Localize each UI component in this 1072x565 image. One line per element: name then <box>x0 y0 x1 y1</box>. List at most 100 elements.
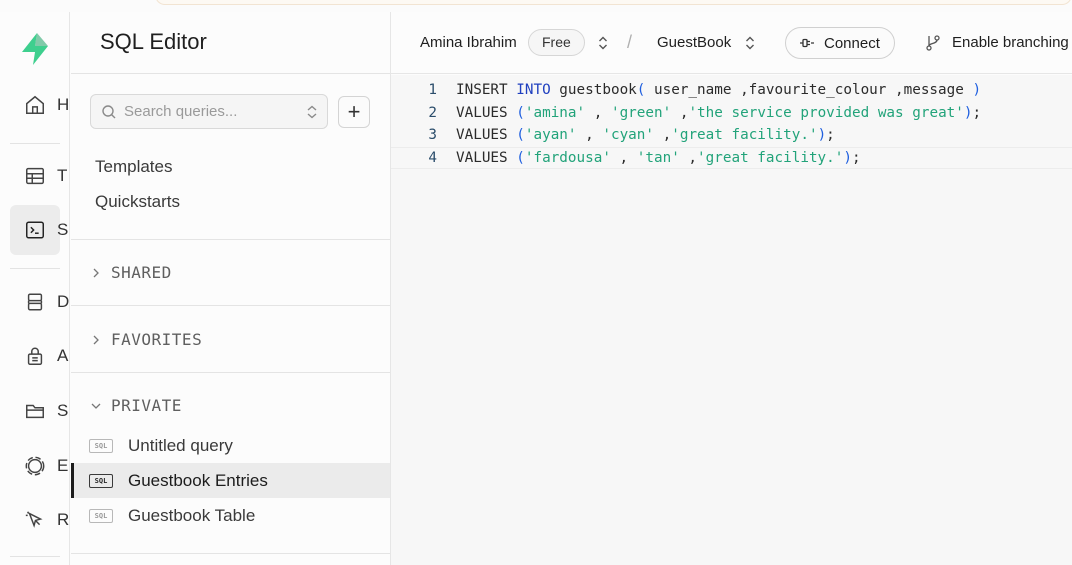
code-token: 'the service provided was great' <box>688 104 964 121</box>
code-token: ; <box>851 149 861 166</box>
line-number: 1 <box>428 82 437 98</box>
lock-icon <box>27 347 43 365</box>
nav-storage-label: S <box>57 401 69 420</box>
code-token: , <box>654 127 672 144</box>
plan-badge: Free <box>528 29 585 56</box>
nav-sql-editor[interactable]: S <box>10 205 68 255</box>
code-token: INSERT <box>456 82 517 98</box>
private-section-toggle[interactable]: PRIVATE <box>90 396 182 415</box>
line-number: 2 <box>428 104 437 121</box>
nav-edge-functions-label: E <box>57 456 69 475</box>
connect-label: Connect <box>824 34 880 52</box>
sql-file-icon: SQL <box>89 438 113 453</box>
chevron-right-icon <box>93 268 99 277</box>
nav-table-editor[interactable]: T <box>10 151 67 201</box>
code-token: 'cyan' <box>602 127 655 144</box>
code-token: ) <box>843 149 852 166</box>
code-text: INSERT INTO guestbook( user_name ,favour… <box>456 82 981 98</box>
page-title: SQL Editor <box>100 29 207 54</box>
database-icon <box>27 293 43 311</box>
query-item-label: Guestbook Entries <box>128 470 268 490</box>
nav-sql-editor-label: S <box>57 220 69 239</box>
code-line[interactable]: 3 VALUES ('ayan' , 'cyan' ,'great facilit… <box>391 124 1072 146</box>
code-text: VALUES ('fardousa' , 'tan' ,'great facil… <box>456 150 861 166</box>
code-line[interactable]: 2 VALUES ('amina' , 'green' ,'the service… <box>391 102 1072 124</box>
code-text: VALUES ('ayan' , 'cyan' ,'great facility… <box>456 127 835 143</box>
nav-auth[interactable]: A <box>10 331 68 381</box>
org-name[interactable]: Amina Ibrahim <box>420 34 517 51</box>
code-token: ( <box>516 149 525 166</box>
nav-database[interactable]: D <box>10 277 69 327</box>
code-token: ( <box>516 127 525 144</box>
query-item-active[interactable]: SQL Guestbook Entries <box>71 463 390 498</box>
enable-branching-button[interactable]: Enable branching <box>925 34 1069 51</box>
code-token: user_name ,favourite_colour ,message <box>645 82 973 98</box>
plug-icon <box>800 38 814 48</box>
sql-file-icon: SQL <box>89 473 113 488</box>
table-icon <box>26 167 44 185</box>
code-token: 'amina' <box>524 104 586 121</box>
nav-home[interactable]: H <box>10 80 69 130</box>
git-branch-icon <box>926 35 940 51</box>
quickstarts-link[interactable]: Quickstarts <box>95 192 180 212</box>
sql-code-editor[interactable]: 1 INSERT INTO guestbook( user_name ,favou… <box>391 75 1072 565</box>
project-switcher-icon[interactable] <box>744 35 756 51</box>
nav-home-label: H <box>57 95 70 114</box>
code-token: , <box>610 149 637 166</box>
favorites-section-toggle[interactable]: FAVORITES <box>90 330 202 349</box>
code-line[interactable]: 4 VALUES ('fardousa' , 'tan' ,'great faci… <box>391 146 1072 169</box>
edge-functions-icon <box>25 456 45 476</box>
code-token: ) <box>963 104 973 121</box>
line-number: 4 <box>428 149 437 166</box>
project-name[interactable]: GuestBook <box>657 34 731 51</box>
code-token: 'fardousa' <box>524 149 611 166</box>
supabase-logo[interactable] <box>19 32 51 66</box>
code-token: guestbook <box>550 82 637 98</box>
code-token: 'ayan' <box>524 127 577 144</box>
query-item-label: Untitled query <box>128 435 233 455</box>
browser-top-strip <box>0 0 1072 12</box>
code-token: VALUES <box>456 127 517 144</box>
nav-edge-functions[interactable]: E <box>10 441 68 491</box>
code-token: , <box>585 104 611 121</box>
templates-link[interactable]: Templates <box>95 157 172 177</box>
code-token: ; <box>972 104 982 121</box>
org-switcher-icon[interactable] <box>597 35 609 51</box>
code-text: VALUES ('amina' , 'green' ,'the service … <box>456 105 981 121</box>
nav-storage[interactable]: S <box>10 386 68 436</box>
code-token: ) <box>972 82 982 98</box>
top-header: Amina Ibrahim Free / GuestBook Connect E… <box>391 12 1072 74</box>
nav-database-label: D <box>57 292 70 311</box>
search-input[interactable] <box>124 103 294 120</box>
chevron-up-down-icon[interactable] <box>305 104 319 120</box>
shared-section-toggle[interactable]: SHARED <box>90 263 172 282</box>
query-item-label: Guestbook Table <box>128 505 256 525</box>
cursor-icon <box>25 511 43 528</box>
code-token: VALUES <box>456 104 517 121</box>
query-item[interactable]: SQL Untitled query <box>71 428 390 463</box>
new-query-button[interactable]: + <box>338 96 370 128</box>
nav-realtime[interactable]: R <box>10 495 69 545</box>
code-line[interactable]: 1 INSERT INTO guestbook( user_name ,favou… <box>391 79 1072 101</box>
nav-table-editor-label: T <box>57 166 68 185</box>
line-number: 3 <box>428 127 437 144</box>
enable-branching-label: Enable branching <box>952 34 1069 51</box>
code-token: , <box>576 127 603 144</box>
code-token: ( <box>516 104 525 121</box>
nav-realtime-label: R <box>57 510 70 529</box>
nav-rail: H T S D A S E R <box>0 12 70 565</box>
query-explorer: SQL Editor + Templates Quickstarts SHARE… <box>71 12 391 565</box>
code-token: 'tan' <box>636 149 680 166</box>
code-token: , <box>671 104 689 121</box>
code-token: ; <box>826 127 835 144</box>
sql-file-icon: SQL <box>89 508 113 523</box>
home-icon <box>26 95 44 114</box>
search-queries-field[interactable] <box>90 94 328 129</box>
query-item[interactable]: SQL Guestbook Table <box>71 498 390 533</box>
favorites-section-label: FAVORITES <box>111 330 203 349</box>
code-token: VALUES <box>456 149 517 166</box>
code-token: 'great facility.' <box>697 149 844 166</box>
search-icon <box>102 104 116 118</box>
code-token: INTO <box>516 82 551 98</box>
connect-button[interactable]: Connect <box>785 27 895 59</box>
